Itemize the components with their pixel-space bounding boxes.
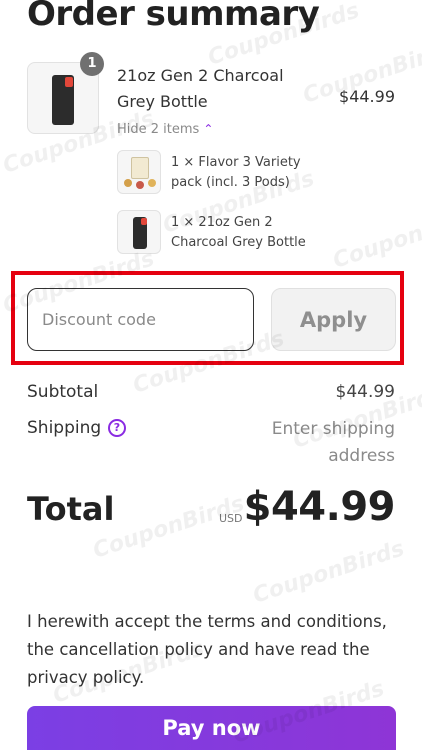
pay-now-button[interactable]: Pay now	[27, 706, 396, 750]
product-name: 21oz Gen 2 Charcoal Grey Bottle	[117, 66, 284, 111]
bottle-cap-graphic	[141, 218, 147, 225]
shipping-value: Enter shipping address	[271, 419, 395, 466]
watermark: CouponBirds	[329, 201, 422, 274]
quantity-badge: 1	[80, 52, 104, 76]
page-title: Order summary	[27, 0, 320, 34]
bundle-item-text: 1 × Flavor 3 Variety pack (incl. 3 Pods)	[171, 155, 301, 190]
total-label: Total	[27, 490, 115, 528]
bundle-item-image	[117, 210, 161, 254]
hide-items-toggle[interactable]: Hide 2 items ⌃	[117, 122, 213, 137]
bundle-item-image	[117, 150, 161, 194]
chevron-up-icon: ⌃	[203, 122, 214, 136]
apply-button[interactable]: Apply	[271, 288, 396, 351]
hide-items-label: Hide 2 items	[117, 122, 200, 137]
bundle-item-text: 1 × 21oz Gen 2 Charcoal Grey Bottle	[171, 215, 306, 250]
pod-graphic	[136, 181, 144, 189]
total-value: $44.99	[243, 484, 396, 530]
discount-code-input[interactable]	[27, 288, 254, 351]
terms-text: I herewith accept the terms and conditio…	[27, 612, 387, 687]
product-price: $44.99	[339, 87, 395, 106]
currency-code: USD	[219, 512, 243, 525]
subtotal-value: $44.99	[335, 382, 395, 402]
subtotal-label: Subtotal	[27, 382, 99, 402]
flavor-pack-graphic	[131, 157, 149, 179]
help-icon[interactable]: ?	[108, 419, 126, 437]
pod-graphic	[124, 179, 132, 187]
bottle-cap-graphic	[65, 77, 73, 87]
watermark: CouponBirds	[249, 536, 408, 609]
shipping-label: Shipping	[27, 418, 102, 438]
pod-graphic	[148, 179, 156, 187]
